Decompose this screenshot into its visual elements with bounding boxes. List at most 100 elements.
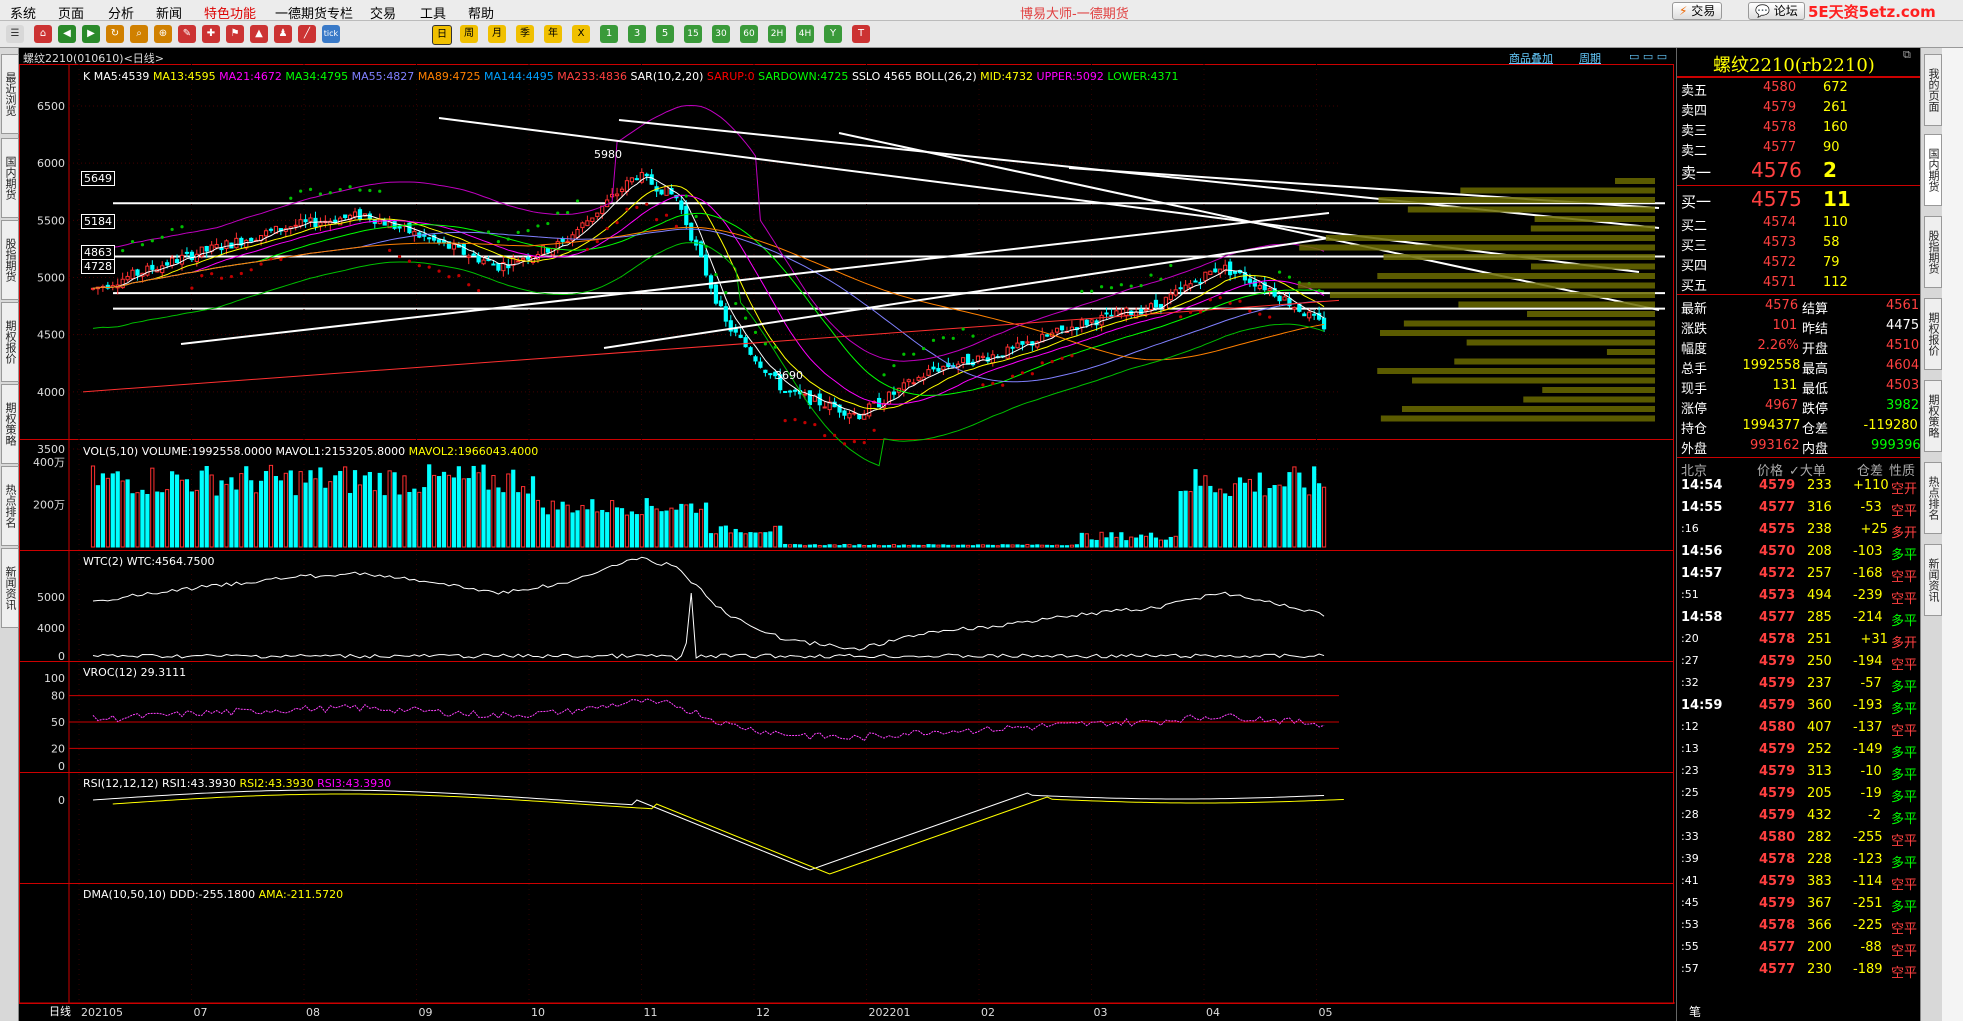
t-button[interactable]: T bbox=[852, 25, 870, 43]
tick-row[interactable]: :57 4577 230 -189 空平 bbox=[1677, 960, 1921, 982]
ticks-header[interactable]: 北京 价格 ✓大单 仓差 性质 bbox=[1677, 458, 1921, 479]
menu-tools[interactable]: 工具 bbox=[420, 3, 446, 22]
trade-button[interactable]: ⚡ 交易 bbox=[1672, 2, 1723, 20]
tick-row[interactable]: 14:54 4579 233 +110 空开 bbox=[1677, 476, 1921, 498]
right-tab-my-page[interactable]: 我的页面 bbox=[1924, 54, 1942, 126]
season-button[interactable]: 季 bbox=[516, 25, 534, 43]
week-button[interactable]: 周 bbox=[460, 25, 478, 43]
bid-row[interactable]: 买二 4574 110 bbox=[1677, 213, 1921, 234]
stat-row[interactable]: 持仓 1994377 仓差 -119280 bbox=[1677, 416, 1921, 437]
left-tab-news[interactable]: 新闻资讯 bbox=[1, 548, 19, 628]
tick-row[interactable]: :39 4578 228 -123 多平 bbox=[1677, 850, 1921, 872]
ask-row[interactable]: 卖一 4576 2 bbox=[1677, 158, 1921, 184]
left-tab-index-futures[interactable]: 股指期货 bbox=[1, 220, 19, 300]
left-tab-recent[interactable]: 最近浏览 bbox=[1, 54, 19, 134]
min1-button[interactable]: 1 bbox=[600, 25, 618, 43]
hour2-button[interactable]: 2H bbox=[768, 25, 786, 43]
refresh-icon[interactable]: ↻ bbox=[106, 25, 124, 43]
menu-features[interactable]: 特色功能 bbox=[204, 3, 256, 22]
tick-row[interactable]: :28 4579 432 -2 多平 bbox=[1677, 806, 1921, 828]
right-tab-options-strategy[interactable]: 期权策略 bbox=[1924, 380, 1942, 452]
panel-restore-icon[interactable]: ⧉ bbox=[1903, 48, 1911, 62]
min60-button[interactable]: 60 bbox=[740, 25, 758, 43]
flag-icon[interactable]: ⚑ bbox=[226, 25, 244, 43]
cup-icon[interactable]: ♟ bbox=[274, 25, 292, 43]
tick-row[interactable]: :45 4579 367 -251 多平 bbox=[1677, 894, 1921, 916]
ask-row[interactable]: 卖二 4577 90 bbox=[1677, 138, 1921, 159]
left-tab-options-quote[interactable]: 期权报价 bbox=[1, 302, 19, 382]
tick-row[interactable]: :27 4579 250 -194 空平 bbox=[1677, 652, 1921, 674]
line-icon[interactable]: ╱ bbox=[298, 25, 316, 43]
tick-row[interactable]: 14:55 4577 316 -53 空平 bbox=[1677, 498, 1921, 520]
right-tab-index-futures[interactable]: 股指期货 bbox=[1924, 216, 1942, 288]
bid-row[interactable]: 买五 4571 112 bbox=[1677, 273, 1921, 294]
draw-icon[interactable]: ✎ bbox=[178, 25, 196, 43]
pin-icon[interactable]: ✚ bbox=[202, 25, 220, 43]
hour4-button[interactable]: 4H bbox=[796, 25, 814, 43]
marker-icon[interactable]: ▲ bbox=[250, 25, 268, 43]
ask-row[interactable]: 卖三 4578 160 bbox=[1677, 118, 1921, 139]
tick-row[interactable]: 14:56 4570 208 -103 多平 bbox=[1677, 542, 1921, 564]
min5-button[interactable]: 5 bbox=[656, 25, 674, 43]
year-button[interactable]: 年 bbox=[544, 25, 562, 43]
left-tab-options-strategy[interactable]: 期权策略 bbox=[1, 384, 19, 464]
tick-row[interactable]: :13 4579 252 -149 多平 bbox=[1677, 740, 1921, 762]
right-tab-futures[interactable]: 国内期货 bbox=[1924, 134, 1942, 206]
tick-row[interactable]: :33 4580 282 -255 空平 bbox=[1677, 828, 1921, 850]
min3-button[interactable]: 3 bbox=[628, 25, 646, 43]
month-button[interactable]: 月 bbox=[488, 25, 506, 43]
menu-news[interactable]: 新闻 bbox=[156, 3, 182, 22]
quote-footer[interactable]: 笔 bbox=[1689, 1003, 1701, 1020]
min30-button[interactable]: 30 bbox=[712, 25, 730, 43]
right-tab-options-quote[interactable]: 期权报价 bbox=[1924, 298, 1942, 370]
period-link[interactable]: 周期 bbox=[1579, 50, 1601, 66]
bid-row[interactable]: 买四 4572 79 bbox=[1677, 253, 1921, 274]
tick-button[interactable]: tick bbox=[322, 25, 340, 43]
tick-row[interactable]: :12 4580 407 -137 空平 bbox=[1677, 718, 1921, 740]
zoom-icon[interactable]: ⊕ bbox=[154, 25, 172, 43]
tick-row[interactable]: :23 4579 313 -10 多平 bbox=[1677, 762, 1921, 784]
bid-row[interactable]: 买三 4573 58 bbox=[1677, 233, 1921, 254]
ask-row[interactable]: 卖五 4580 672 bbox=[1677, 78, 1921, 99]
bid-row[interactable]: 买一 4575 11 bbox=[1677, 187, 1921, 213]
tick-row[interactable]: 14:59 4579 360 -193 多平 bbox=[1677, 696, 1921, 718]
tick-row[interactable]: 14:58 4577 285 -214 多平 bbox=[1677, 608, 1921, 630]
menu-help[interactable]: 帮助 bbox=[468, 3, 494, 22]
stat-row[interactable]: 现手 131 最低 4503 bbox=[1677, 376, 1921, 397]
menu-system[interactable]: 系统 bbox=[10, 3, 36, 22]
menu-toggle-icon[interactable]: ☰ bbox=[6, 25, 24, 43]
stat-row[interactable]: 总手 1992558 最高 4604 bbox=[1677, 356, 1921, 377]
tick-row[interactable]: :32 4579 237 -57 多平 bbox=[1677, 674, 1921, 696]
window-controls[interactable]: ▭ ▭ ▭ bbox=[1629, 50, 1667, 63]
left-tab-hot-rank[interactable]: 热点排名 bbox=[1, 466, 19, 546]
left-tab-futures[interactable]: 国内期货 bbox=[1, 138, 19, 218]
right-tab-hot-rank[interactable]: 热点排名 bbox=[1924, 462, 1942, 534]
tick-row[interactable]: :51 4573 494 -239 空平 bbox=[1677, 586, 1921, 608]
ask-row[interactable]: 卖四 4579 261 bbox=[1677, 98, 1921, 119]
stat-row[interactable]: 最新 4576 结算 4561 bbox=[1677, 296, 1921, 317]
stat-row[interactable]: 涨停 4967 跌停 3982 bbox=[1677, 396, 1921, 417]
menu-page[interactable]: 页面 bbox=[58, 3, 84, 22]
home-icon[interactable]: ⌂ bbox=[34, 25, 52, 43]
stat-row[interactable]: 幅度 2.26% 开盘 4510 bbox=[1677, 336, 1921, 357]
forward-icon[interactable]: ▶ bbox=[82, 25, 100, 43]
day-button[interactable]: 日 bbox=[432, 25, 452, 45]
stat-row[interactable]: 涨跌 101 昨结 4475 bbox=[1677, 316, 1921, 337]
tick-row[interactable]: :20 4578 251 +31 多开 bbox=[1677, 630, 1921, 652]
y-button[interactable]: Y bbox=[824, 25, 842, 43]
back-icon[interactable]: ◀ bbox=[58, 25, 76, 43]
right-tab-news[interactable]: 新闻资讯 bbox=[1924, 544, 1942, 616]
x-button[interactable]: X bbox=[572, 25, 590, 43]
forum-button[interactable]: 💬 论坛 bbox=[1748, 2, 1805, 20]
tick-row[interactable]: 14:57 4572 257 -168 空平 bbox=[1677, 564, 1921, 586]
menu-trade[interactable]: 交易 bbox=[370, 3, 396, 22]
tick-row[interactable]: :53 4578 366 -225 空平 bbox=[1677, 916, 1921, 938]
goods-overlay-link[interactable]: 商品叠加 bbox=[1509, 50, 1553, 66]
stat-row[interactable]: 外盘 993162 内盘 999396 bbox=[1677, 436, 1921, 457]
search-icon[interactable]: ⌕ bbox=[130, 25, 148, 43]
tick-row[interactable]: :55 4577 200 -88 空平 bbox=[1677, 938, 1921, 960]
min15-button[interactable]: 15 bbox=[684, 25, 702, 43]
tick-row[interactable]: :41 4579 383 -114 空平 bbox=[1677, 872, 1921, 894]
chart-area[interactable]: 6500 6000 5500 5000 4500 4000 3500 202105 07 08 09… bbox=[19, 48, 1675, 1021]
tick-row[interactable]: :25 4579 205 -19 多平 bbox=[1677, 784, 1921, 806]
